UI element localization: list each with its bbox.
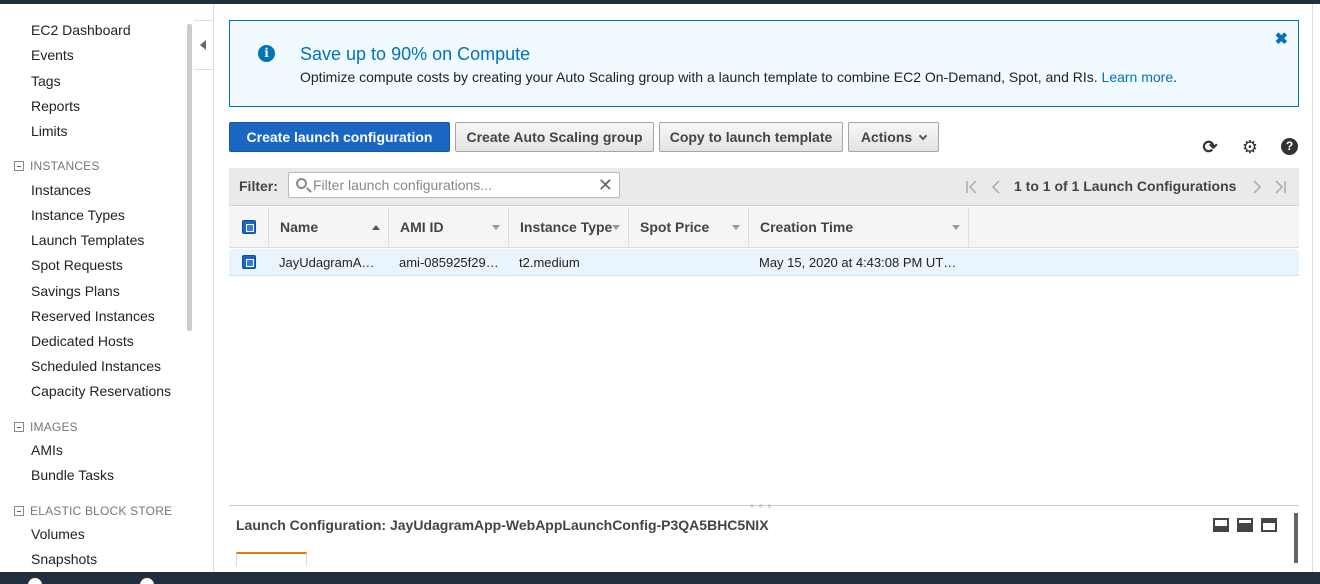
table-header: Name AMI ID Instance Type Spot Price Cre… — [229, 207, 1299, 248]
sort-icon — [732, 225, 740, 230]
column-label: Name — [280, 219, 319, 235]
sidebar-item-spot-requests[interactable]: Spot Requests — [31, 257, 123, 273]
section-title: IMAGES — [30, 420, 78, 434]
sidebar-scrollbar[interactable] — [187, 24, 192, 331]
collapse-icon[interactable] — [14, 161, 24, 171]
search-icon — [296, 178, 307, 189]
sidebar-item-instance-types[interactable]: Instance Types — [31, 207, 125, 223]
select-all-checkbox[interactable] — [242, 220, 256, 234]
sidebar-item-instances[interactable]: Instances — [31, 182, 91, 198]
detail-tab[interactable] — [236, 552, 307, 566]
learn-more-link[interactable]: Learn more — [1102, 69, 1174, 85]
cell-name: JayUdagramA… — [279, 255, 375, 270]
sidebar-item-reserved-instances[interactable]: Reserved Instances — [31, 308, 155, 324]
language-icon[interactable] — [140, 578, 154, 584]
copy-to-launch-template-button[interactable]: Copy to launch template — [659, 122, 843, 152]
promo-banner: i Save up to 90% on Compute Optimize com… — [229, 20, 1299, 107]
sidebar-item-tags[interactable]: Tags — [31, 73, 61, 89]
sidebar-item-amis[interactable]: AMIs — [31, 442, 63, 458]
sidebar-item-events[interactable]: Events — [31, 47, 74, 63]
table-row[interactable]: JayUdagramA… ami-085925f29… t2.medium Ma… — [229, 249, 1299, 276]
filter-bar: Filter: ✕ 1 to 1 of 1 Launch Configurati… — [229, 168, 1299, 206]
splitter-grip-icon[interactable]: ° ° ° — [750, 505, 773, 515]
feedback-icon[interactable] — [28, 578, 42, 584]
page-scroll-track — [1312, 4, 1320, 572]
banner-trailing: . — [1173, 69, 1178, 85]
section-title: ELASTIC BLOCK STORE — [30, 504, 173, 518]
column-label: AMI ID — [400, 219, 444, 235]
layout-bottom-icon[interactable] — [1213, 518, 1229, 532]
column-label: Creation Time — [760, 219, 854, 235]
layout-top-icon[interactable] — [1261, 518, 1277, 532]
sidebar-section-images[interactable]: IMAGES — [14, 420, 78, 434]
column-header-spot-price[interactable]: Spot Price — [629, 207, 749, 248]
next-page-icon[interactable] — [1252, 180, 1262, 194]
sort-icon — [492, 225, 500, 230]
footer — [0, 572, 1320, 584]
column-header-name[interactable]: Name — [269, 207, 389, 248]
info-icon: i — [258, 45, 275, 62]
sidebar-item-volumes[interactable]: Volumes — [31, 526, 85, 542]
sidebar-divider — [213, 4, 214, 572]
column-label: Spot Price — [640, 219, 710, 235]
row-checkbox[interactable] — [242, 255, 256, 269]
top-strip — [0, 0, 1320, 4]
close-icon[interactable]: ✖ — [1275, 29, 1288, 49]
sort-icon — [952, 225, 960, 230]
column-header-instance-type[interactable]: Instance Type — [509, 207, 629, 248]
create-launch-configuration-button[interactable]: Create launch configuration — [229, 122, 450, 152]
help-icon[interactable]: ? — [1281, 138, 1298, 155]
sidebar-item-ec2-dashboard[interactable]: EC2 Dashboard — [31, 22, 131, 38]
filter-input[interactable] — [313, 173, 593, 197]
cell-ami-id: ami-085925f29… — [399, 255, 499, 270]
sidebar-item-capacity-reservations[interactable]: Capacity Reservations — [31, 383, 171, 399]
layout-split-icon[interactable] — [1237, 518, 1253, 532]
actions-label: Actions — [860, 129, 913, 145]
sidebar-section-elastic-block-store[interactable]: ELASTIC BLOCK STORE — [14, 504, 172, 518]
sort-icon — [612, 225, 620, 230]
previous-page-icon[interactable] — [991, 180, 1001, 194]
last-page-icon[interactable] — [1274, 180, 1286, 194]
sort-ascending-icon — [372, 225, 380, 230]
clear-icon[interactable]: ✕ — [598, 175, 613, 196]
sidebar-item-reports[interactable]: Reports — [31, 98, 80, 114]
chevron-down-icon — [918, 131, 928, 141]
banner-text: Optimize compute costs by creating your … — [300, 69, 1098, 85]
filter-search-box: ✕ — [288, 172, 620, 198]
sidebar-item-savings-plans[interactable]: Savings Plans — [31, 283, 120, 299]
cell-creation-time: May 15, 2020 at 4:43:08 PM UT… — [759, 255, 957, 270]
column-label: Instance Type — [520, 219, 613, 235]
column-header-creation-time[interactable]: Creation Time — [749, 207, 969, 248]
first-page-icon[interactable] — [966, 180, 978, 194]
sidebar: EC2 Dashboard Events Tags Reports Limits… — [0, 4, 194, 572]
sidebar-item-limits[interactable]: Limits — [31, 123, 68, 139]
filter-label: Filter: — [239, 178, 278, 194]
gear-icon[interactable]: ⚙ — [1241, 138, 1259, 156]
collapse-icon[interactable] — [14, 506, 24, 516]
detail-panel-title: Launch Configuration: JayUdagramApp-WebA… — [236, 517, 769, 533]
sidebar-section-instances[interactable]: INSTANCES — [14, 159, 100, 173]
detail-scrollbar[interactable] — [1294, 513, 1298, 563]
sidebar-item-scheduled-instances[interactable]: Scheduled Instances — [31, 358, 161, 374]
pagination-summary: 1 to 1 of 1 Launch Configurations — [1014, 178, 1237, 194]
banner-title: Save up to 90% on Compute — [300, 44, 531, 64]
banner-description: Optimize compute costs by creating your … — [300, 69, 1177, 85]
sidebar-item-bundle-tasks[interactable]: Bundle Tasks — [31, 467, 114, 483]
cell-instance-type: t2.medium — [519, 255, 580, 270]
sidebar-item-launch-templates[interactable]: Launch Templates — [31, 232, 144, 248]
sidebar-item-snapshots[interactable]: Snapshots — [31, 551, 97, 567]
collapse-icon[interactable] — [14, 422, 24, 432]
actions-dropdown[interactable]: Actions — [848, 122, 939, 152]
section-title: INSTANCES — [30, 159, 100, 173]
select-all-cell — [229, 207, 269, 248]
column-header-ami-id[interactable]: AMI ID — [389, 207, 509, 248]
sidebar-item-dedicated-hosts[interactable]: Dedicated Hosts — [31, 333, 134, 349]
collapse-sidebar-button[interactable] — [194, 20, 214, 70]
create-auto-scaling-group-button[interactable]: Create Auto Scaling group — [455, 122, 654, 152]
refresh-icon[interactable]: ⟳ — [1201, 138, 1219, 156]
